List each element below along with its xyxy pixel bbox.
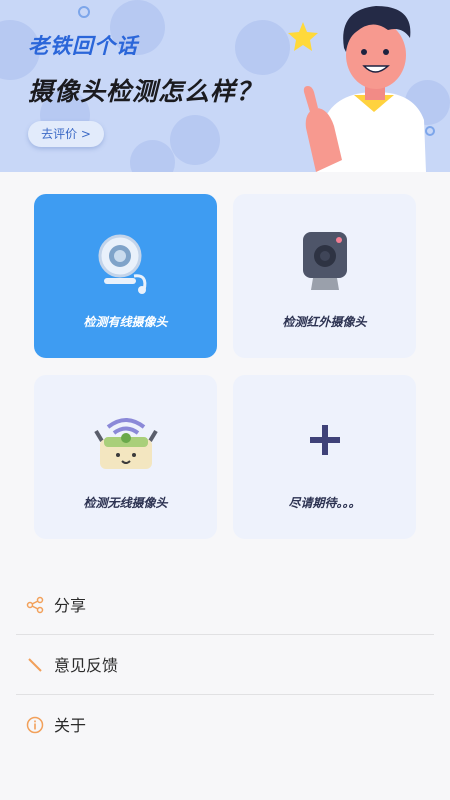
plus-icon bbox=[309, 425, 340, 455]
card-label: 尽请期待。。。 bbox=[288, 496, 361, 510]
banner[interactable]: 老铁回个话 摄像头检测怎么样？ 去评价 > bbox=[0, 0, 450, 172]
card-coming-soon[interactable]: 尽请期待。。。 bbox=[233, 375, 416, 539]
card-label: 检测红外摄像头 bbox=[282, 315, 367, 329]
banner-decor-circle bbox=[130, 140, 175, 172]
menu-item-label: 关于 bbox=[54, 716, 87, 735]
camera-icon bbox=[302, 232, 347, 290]
star-icon bbox=[288, 22, 318, 51]
wifi-robot-icon bbox=[93, 418, 158, 469]
share-icon bbox=[26, 596, 44, 614]
banner-decor-ring bbox=[78, 6, 90, 18]
webcam-icon bbox=[98, 234, 146, 294]
menu-item-feedback[interactable]: 意见反馈 bbox=[16, 636, 434, 695]
card-label: 检测无线摄像头 bbox=[83, 496, 168, 510]
menu-item-share[interactable]: 分享 bbox=[16, 576, 434, 635]
rate-button[interactable]: 去评价 > bbox=[28, 121, 104, 147]
card-wired-camera[interactable]: 检测有线摄像头 bbox=[34, 194, 217, 358]
card-wireless-camera[interactable]: 检测无线摄像头 bbox=[34, 375, 217, 539]
banner-title: 老铁回个话 bbox=[28, 34, 138, 58]
info-icon bbox=[26, 716, 44, 734]
menu-item-label: 意见反馈 bbox=[54, 656, 119, 675]
cartoon-man-illustration bbox=[288, 6, 426, 172]
banner-decor-circle bbox=[170, 115, 220, 165]
card-label: 检测有线摄像头 bbox=[83, 315, 168, 329]
menu-item-about[interactable]: 关于 bbox=[16, 696, 434, 755]
card-infrared-camera[interactable]: 检测红外摄像头 bbox=[233, 194, 416, 358]
pencil-icon bbox=[28, 658, 42, 672]
banner-decor-ring bbox=[425, 126, 435, 136]
menu-item-label: 分享 bbox=[54, 596, 87, 615]
banner-headline: 摄像头检测怎么样？ bbox=[28, 77, 263, 106]
